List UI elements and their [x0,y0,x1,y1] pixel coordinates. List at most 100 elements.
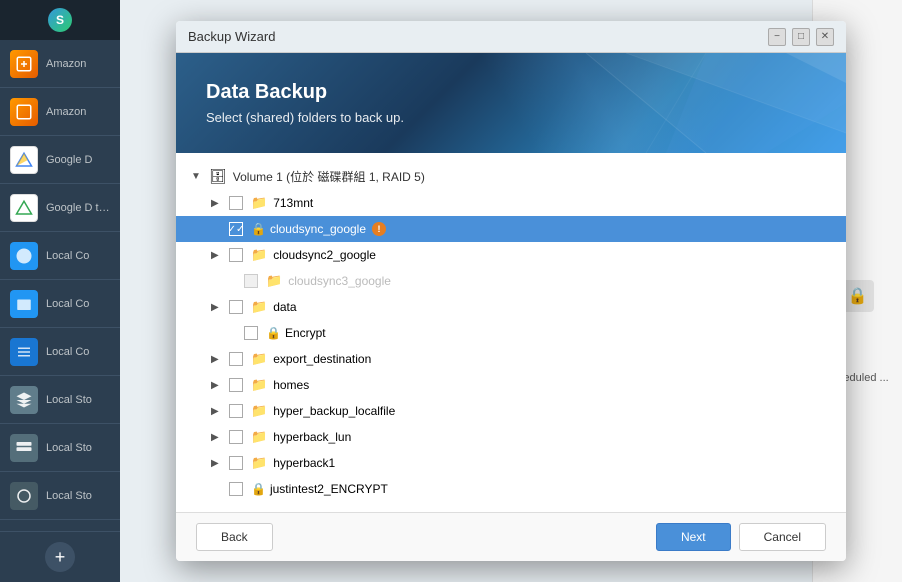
dialog-header-content: Data Backup Select (shared) folders to b… [206,81,404,125]
tree-item-data[interactable]: ▶ 📁 data [176,294,846,320]
folder-icon: 📁 [251,377,267,393]
checkbox-justintest2[interactable] [229,482,243,496]
checkbox-hyperback-lun[interactable] [229,430,243,444]
item-name-homes: homes [273,378,309,392]
folder-icon: 📁 [251,247,267,263]
maximize-button[interactable]: □ [792,28,810,46]
tree-item-justintest2[interactable]: 🔒 justintest2_ENCRYPT [176,476,846,502]
sidebar-item-label: Amazon [46,106,86,118]
item-name-hyperback1: hyperback1 [273,456,335,470]
next-button[interactable]: Next [656,523,731,551]
dialog-title: Backup Wizard [188,29,275,44]
lock-icon-encrypt: 🔒 [266,326,281,340]
tree-item-hyperback-lun[interactable]: ▶ 📁 hyperback_lun [176,424,846,450]
tree-item-cloudsync2[interactable]: ▶ 📁 cloudsync2_google [176,242,846,268]
expand-arrow: ▶ [211,198,223,209]
amazon-icon1 [10,50,38,78]
tree-item-homes[interactable]: ▶ 📁 homes [176,372,846,398]
item-name-export-dest: export_destination [273,352,371,366]
dialog-header: Data Backup Select (shared) folders to b… [176,53,846,153]
tree-item-export-dest[interactable]: ▶ 📁 export_destination [176,346,846,372]
volume-icon: 🗄 [209,168,227,185]
sidebar-item-local1[interactable]: Local Co [0,232,120,280]
folder-icon: 📁 [251,455,267,471]
folder-tree[interactable]: ▼ 🗄 Volume 1 (位於 磁碟群組 1, RAID 5) ▶ 📁 713… [176,153,846,512]
local-backup-icon1 [10,242,38,270]
checkbox-encrypt[interactable] [244,326,258,340]
sidebar-item-storage3[interactable]: Local Sto [0,472,120,520]
tree-item-cloudsync-google[interactable]: ✓ 🔒 cloudsync_google ! [176,216,846,242]
lock-icon-cloudsync: 🔒 [251,222,266,236]
item-name-encrypt: Encrypt [285,326,326,340]
sidebar-item-label: Amazon [46,58,86,70]
volume-row[interactable]: ▼ 🗄 Volume 1 (位於 磁碟群組 1, RAID 5) [176,163,846,190]
checkbox-cloudsync3[interactable] [244,274,258,288]
storage-icon1 [10,386,38,414]
add-button[interactable]: + [45,542,75,572]
tree-item-cloudsync3[interactable]: 📁 cloudsync3_google [176,268,846,294]
dialog-controls: − □ ✕ [768,28,834,46]
dialog-overlay: Backup Wizard − □ ✕ [120,0,902,582]
checkbox-export-dest[interactable] [229,352,243,366]
checkbox-hyperback1[interactable] [229,456,243,470]
sidebar-item-storage2[interactable]: Local Sto [0,424,120,472]
local-backup-icon3 [10,338,38,366]
gdrive-icon1 [10,146,38,174]
expand-arrow: ▶ [211,354,223,365]
main-content: 🔒 scheduled ... Backup Wizard − □ ✕ [120,0,902,582]
dialog-titlebar: Backup Wizard − □ ✕ [176,21,846,53]
checkbox-713mnt[interactable] [229,196,243,210]
volume-expand-arrow: ▼ [191,171,203,182]
app-logo: S [48,8,72,32]
folder-icon: 📁 [266,273,282,289]
folder-icon: 📁 [251,429,267,445]
dialog-footer: Back Next Cancel [176,512,846,561]
checkbox-homes[interactable] [229,378,243,392]
sidebar-item-label: Local Sto [46,394,92,406]
sidebar-item-storage1[interactable]: Local Sto [0,376,120,424]
gdrive-icon2 [10,194,38,222]
dialog-body: ▼ 🗄 Volume 1 (位於 磁碟群組 1, RAID 5) ▶ 📁 713… [176,153,846,512]
item-name-713mnt: 713mnt [273,196,313,210]
cancel-button[interactable]: Cancel [739,523,826,551]
folder-icon: 📁 [251,351,267,367]
volume-label: Volume 1 (位於 磁碟群組 1, RAID 5) [233,168,425,185]
sidebar-item-local3[interactable]: Local Co [0,328,120,376]
back-button[interactable]: Back [196,523,273,551]
sidebar-item-label: Local Co [46,250,89,262]
tree-item-hyperback1[interactable]: ▶ 📁 hyperback1 [176,450,846,476]
close-button[interactable]: ✕ [816,28,834,46]
sidebar-item-local2[interactable]: Local Co [0,280,120,328]
folder-icon: 📁 [251,299,267,315]
sidebar-item-label: Local Co [46,346,89,358]
backup-wizard-dialog: Backup Wizard − □ ✕ [176,21,846,561]
checkbox-cloudsync-google[interactable]: ✓ [229,222,243,236]
sidebar-item-amazon2[interactable]: Amazon [0,88,120,136]
checkbox-data[interactable] [229,300,243,314]
expand-arrow: ▶ [211,458,223,469]
tree-item-713mnt[interactable]: ▶ 📁 713mnt [176,190,846,216]
checkbox-hyper-backup[interactable] [229,404,243,418]
warning-icon-cloudsync: ! [372,222,386,236]
sidebar-item-gdrive1[interactable]: Google D [0,136,120,184]
expand-arrow: ▶ [211,380,223,391]
item-name-cloudsync-google: cloudsync_google [270,222,366,236]
item-name-data: data [273,300,296,314]
expand-arrow: ▶ [211,302,223,313]
sidebar-header: S [0,0,120,40]
item-name-hyper-backup: hyper_backup_localfile [273,404,395,418]
sidebar-item-amazon1[interactable]: Amazon [0,40,120,88]
item-name-hyperback-lun: hyperback_lun [273,430,351,444]
minimize-button[interactable]: − [768,28,786,46]
tree-item-hyper-backup[interactable]: ▶ 📁 hyper_backup_localfile [176,398,846,424]
storage-icon3 [10,482,38,510]
sidebar-item-label: Google D [46,154,92,166]
sidebar-item-label: Local Sto [46,490,92,502]
sidebar-item-label: Google D test [46,202,110,214]
tree-item-encrypt[interactable]: 🔒 Encrypt [176,320,846,346]
header-decoration [511,53,846,153]
sidebar-item-gdrive2[interactable]: Google D test [0,184,120,232]
folder-icon: 📁 [251,403,267,419]
checkbox-cloudsync2[interactable] [229,248,243,262]
item-name-justintest2: justintest2_ENCRYPT [270,482,388,496]
